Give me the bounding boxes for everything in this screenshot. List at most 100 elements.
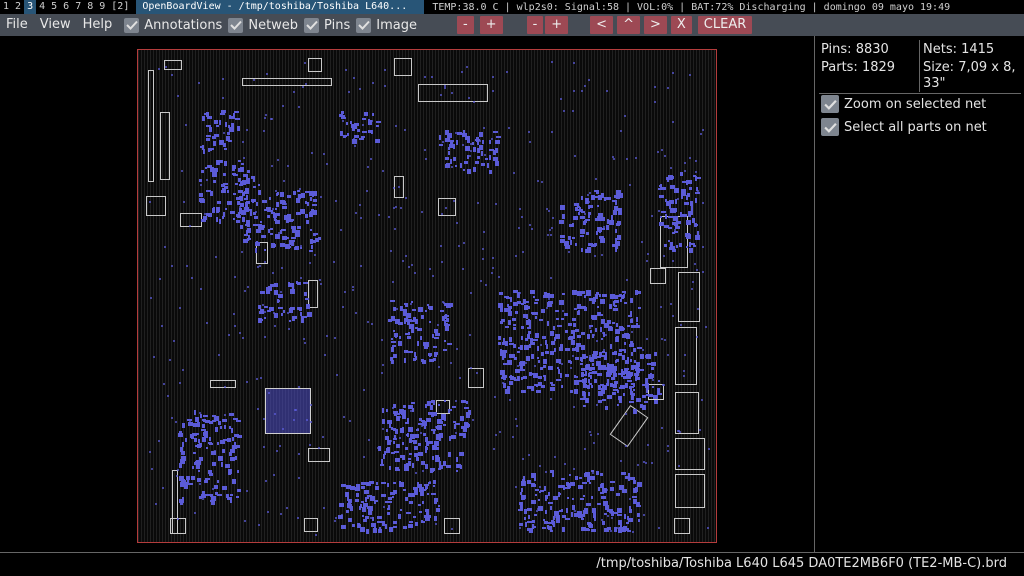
pad: [586, 290, 592, 294]
pan-left-button[interactable]: <: [590, 16, 614, 34]
component-outline[interactable]: [650, 268, 666, 284]
pad: [570, 389, 574, 393]
pad: [237, 215, 242, 219]
component-outline[interactable]: [148, 70, 154, 182]
zoom-on-selected-net-checkbox[interactable]: Zoom on selected net: [821, 95, 986, 113]
pad: [257, 189, 261, 195]
pad: [403, 128, 406, 131]
component-outline[interactable]: [675, 392, 699, 434]
toggle-image[interactable]: Image: [356, 17, 417, 33]
component-outline[interactable]: [444, 518, 460, 534]
pad: [393, 526, 398, 529]
pad: [277, 159, 280, 162]
pad: [238, 189, 244, 193]
pad: [388, 215, 391, 218]
pad: [445, 156, 450, 160]
pad: [478, 132, 483, 138]
clear-button[interactable]: CLEAR: [697, 16, 753, 34]
pad: [672, 314, 675, 317]
pad: [481, 151, 484, 157]
workspace-2[interactable]: 2: [12, 0, 24, 14]
component-outline[interactable]: [308, 58, 322, 72]
pad: [590, 385, 593, 389]
pad: [559, 219, 565, 224]
component-outline[interactable]: [675, 327, 697, 385]
workspace-5[interactable]: 5: [48, 0, 60, 14]
toggle-pins[interactable]: Pins: [304, 17, 350, 33]
pad: [517, 365, 520, 368]
component-outline[interactable]: [678, 272, 700, 322]
workspace-6[interactable]: 6: [60, 0, 72, 14]
pan-right-button[interactable]: >: [643, 16, 667, 34]
component-outline[interactable]: [394, 58, 412, 76]
pad: [356, 523, 360, 529]
pad: [512, 172, 515, 175]
pad: [599, 383, 604, 386]
component-outline[interactable]: [609, 404, 649, 448]
pad: [355, 493, 359, 498]
pad: [415, 355, 418, 360]
board-canvas[interactable]: [0, 36, 814, 552]
pad: [200, 184, 203, 187]
zoom-out-button[interactable]: -: [456, 16, 474, 34]
pcb-board-outline[interactable]: [137, 49, 717, 543]
pad: [538, 498, 541, 501]
component-outline[interactable]: [308, 448, 330, 462]
pad: [580, 498, 584, 501]
pad: [663, 154, 666, 157]
flip-button[interactable]: ^: [617, 16, 640, 34]
pad: [376, 446, 379, 449]
pad: [605, 224, 609, 230]
pad: [569, 224, 573, 228]
pad: [252, 200, 255, 203]
component-outline[interactable]: [675, 474, 705, 508]
workspace-7[interactable]: 7: [72, 0, 84, 14]
component-outline[interactable]: [172, 470, 178, 534]
pad: [229, 412, 235, 416]
pad: [347, 496, 350, 502]
pad: [294, 233, 300, 238]
toggle-netweb[interactable]: Netweb: [228, 17, 298, 33]
workspace-4[interactable]: 4: [36, 0, 48, 14]
pad: [198, 81, 201, 84]
menu-view[interactable]: View: [34, 14, 77, 36]
pad: [527, 454, 530, 457]
workspace-9[interactable]: 9: [96, 0, 108, 14]
reset-view-button[interactable]: X: [670, 16, 692, 34]
pad: [176, 475, 179, 478]
workspace-1[interactable]: 1: [0, 0, 12, 14]
toggle-annotations[interactable]: Annotations: [124, 17, 222, 33]
component-outline[interactable]: [304, 518, 318, 532]
pad: [238, 160, 241, 163]
scale-down-button[interactable]: -: [526, 16, 544, 34]
workspace-3[interactable]: 3: [24, 0, 37, 14]
pad: [356, 129, 360, 133]
pad: [532, 295, 535, 298]
workspace-8[interactable]: 8: [84, 0, 96, 14]
component-outline[interactable]: [242, 78, 332, 86]
menu-help[interactable]: Help: [77, 14, 119, 36]
component-outline[interactable]: [146, 196, 166, 216]
pad: [575, 206, 579, 211]
pad: [171, 74, 174, 77]
component-outline[interactable]: [160, 112, 170, 180]
component-outline[interactable]: [674, 518, 690, 534]
component-outline[interactable]: [265, 388, 311, 434]
pad: [508, 337, 512, 343]
menu-file[interactable]: File: [0, 14, 34, 36]
pad: [228, 469, 233, 474]
pad: [310, 421, 313, 424]
pad: [499, 431, 502, 434]
pad: [537, 346, 540, 352]
zoom-in-button[interactable]: +: [479, 16, 503, 34]
pad: [526, 521, 532, 524]
pad: [596, 433, 599, 436]
toggle-image-label: Image: [376, 17, 417, 33]
pad: [277, 231, 280, 234]
component-outline[interactable]: [418, 84, 488, 102]
pad: [595, 403, 598, 406]
scale-up-button[interactable]: +: [545, 16, 569, 34]
select-all-parts-on-net-checkbox[interactable]: Select all parts on net: [821, 118, 987, 136]
pad: [582, 381, 586, 385]
component-outline[interactable]: [468, 368, 484, 388]
